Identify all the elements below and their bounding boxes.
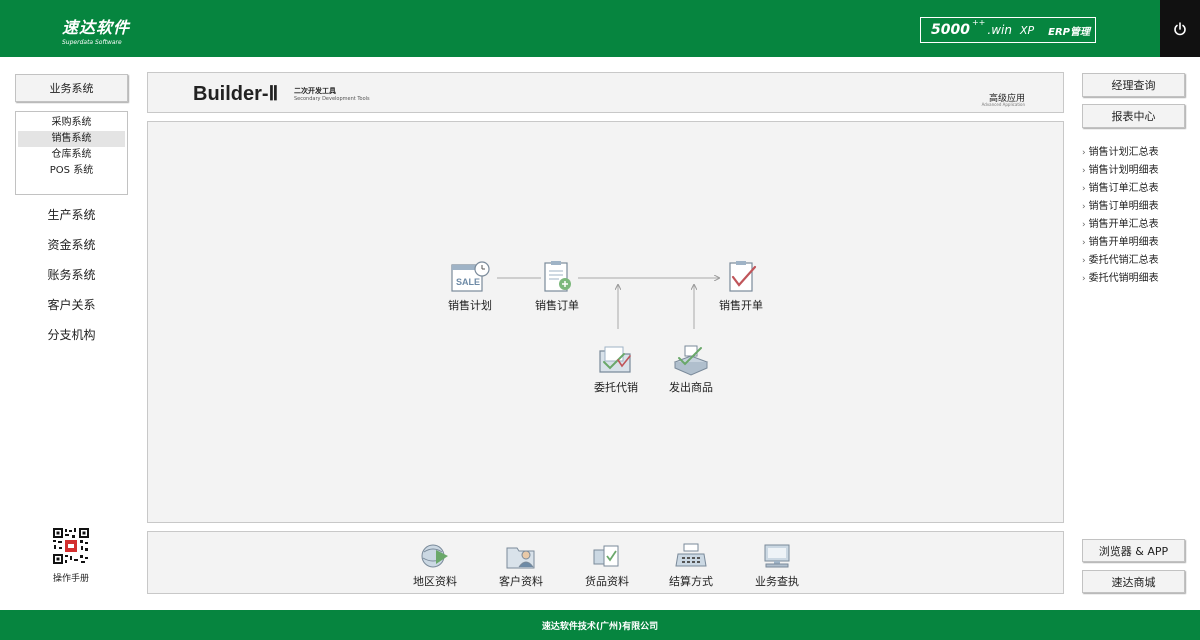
browser-app-button[interactable]: 浏览器 & APP (1082, 539, 1185, 562)
flow-consignment[interactable]: 委托代销 (581, 342, 651, 395)
report-link[interactable]: › 销售订单汇总表 (1082, 180, 1192, 198)
chevron-right-icon: › (1082, 274, 1086, 284)
customer-folder-icon (506, 547, 535, 569)
flow-sales-invoice-label: 销售开单 (719, 299, 763, 312)
product-win: .win (987, 23, 1012, 37)
product-badge: 5000 ++ .win XP ERP管理 (920, 17, 1096, 43)
subsystem-warehouse[interactable]: 仓库系统 (18, 147, 125, 163)
goods-check-icon (673, 345, 709, 376)
power-button[interactable] (1160, 0, 1200, 57)
customer-data-label: 客户资料 (499, 575, 543, 588)
chevron-right-icon: › (1082, 238, 1086, 248)
region-globe-icon (421, 544, 448, 568)
monitor-icon (764, 544, 790, 568)
flow-sales-invoice[interactable]: 销售开单 (706, 260, 776, 313)
builder-subtitle-cn: 二次开发工具 (294, 87, 336, 95)
footer-company: 速达软件技术(广州)有限公司 (541, 621, 659, 632)
nav-production[interactable]: 生产系统 (15, 206, 128, 223)
flow-sales-plan-label: 销售计划 (448, 299, 492, 312)
qr-code-icon[interactable] (53, 528, 89, 564)
subsystem-purchase[interactable]: 采购系统 (18, 115, 125, 131)
clipboard-add-icon (544, 261, 571, 292)
chevron-right-icon: › (1082, 256, 1086, 266)
chevron-right-icon: › (1082, 184, 1086, 194)
power-icon (1174, 21, 1186, 35)
nav-funds[interactable]: 资金系统 (15, 236, 128, 253)
manager-query-button[interactable]: 经理查询 (1082, 73, 1185, 97)
cash-register-icon (675, 543, 707, 567)
report-link[interactable]: › 销售开单汇总表 (1082, 216, 1192, 234)
business-system-button[interactable]: 业务系统 (15, 74, 128, 102)
report-link[interactable]: › 销售开单明细表 (1082, 234, 1192, 252)
builder-title: Builder-Ⅱ (193, 83, 279, 105)
basic-data-panel: 地区资料 客户资料 货品资料 结算方式 业务查执 (147, 531, 1064, 594)
logo-text: 速达软件 (62, 18, 131, 37)
region-data-item[interactable]: 地区资料 (400, 542, 470, 589)
nav-accounting[interactable]: 账务系统 (15, 266, 128, 283)
mall-button[interactable]: 速达商城 (1082, 570, 1185, 593)
goods-box-icon (593, 545, 619, 567)
sales-flow-panel: SALE 销售计划 销售订单 销售开单 委托代销 发出商品 (147, 121, 1064, 523)
product-plus: ++ (971, 17, 986, 27)
product-version: 5000 (931, 22, 970, 38)
business-query-item[interactable]: 业务查执 (742, 542, 812, 589)
flow-sales-plan[interactable]: SALE 销售计划 (435, 260, 505, 313)
settlement-method-item[interactable]: 结算方式 (656, 542, 726, 589)
flow-sales-order-label: 销售订单 (535, 299, 579, 312)
report-link[interactable]: › 委托代销明细表 (1082, 270, 1192, 288)
sale-calendar-icon: SALE (451, 261, 490, 292)
chevron-right-icon: › (1082, 202, 1086, 212)
product-erp: ERP管理 (1048, 26, 1090, 38)
top-bar: 速达软件 Superdata Software 5000 ++ .win XP … (0, 0, 1160, 57)
builder-subtitle-en: Secondary Development Tools (294, 96, 370, 102)
goods-data-item[interactable]: 货品资料 (572, 542, 642, 589)
flow-consignment-label: 委托代销 (594, 381, 638, 394)
flow-shipment-label: 发出商品 (669, 381, 713, 394)
chevron-right-icon: › (1082, 148, 1086, 158)
logo-subtext: Superdata Software (62, 39, 122, 46)
subsystem-list: 采购系统 销售系统 仓库系统 POS 系统 (15, 111, 128, 195)
clipboard-check-icon (729, 261, 757, 292)
logo: 速达软件 Superdata Software (62, 14, 130, 46)
report-link[interactable]: › 销售计划明细表 (1082, 162, 1192, 180)
nav-branch[interactable]: 分支机构 (15, 326, 128, 343)
business-query-label: 业务查执 (755, 575, 799, 588)
report-center-button[interactable]: 报表中心 (1082, 104, 1185, 128)
advanced-app-subtitle: Advanced Application (981, 102, 1025, 107)
builder-banner: Builder-Ⅱ 二次开发工具 Secondary Development T… (147, 72, 1064, 113)
footer: 速达软件技术(广州)有限公司 (0, 610, 1200, 640)
goods-data-label: 货品资料 (585, 575, 629, 588)
settlement-method-label: 结算方式 (669, 575, 713, 588)
flow-connectors (497, 122, 1065, 329)
subsystem-pos[interactable]: POS 系统 (18, 163, 125, 179)
manual-label: 操作手册 (52, 574, 89, 584)
report-link[interactable]: › 销售订单明细表 (1082, 198, 1192, 216)
folder-check-icon (599, 346, 631, 373)
chevron-right-icon: › (1082, 166, 1086, 176)
report-link[interactable]: › 委托代销汇总表 (1082, 252, 1192, 270)
region-data-label: 地区资料 (413, 575, 457, 588)
report-link[interactable]: › 销售计划汇总表 (1082, 144, 1192, 162)
report-list: › 销售计划汇总表 › 销售计划明细表 › 销售订单汇总表 › 销售订单明细表 › 销售开… (1082, 144, 1192, 288)
flow-sales-order[interactable]: 销售订单 (522, 260, 592, 313)
svg-text:SALE: SALE (456, 277, 480, 287)
chevron-right-icon: › (1082, 220, 1086, 230)
subsystem-sales[interactable]: 销售系统 (18, 131, 125, 147)
product-xp: XP (1019, 23, 1035, 37)
nav-crm[interactable]: 客户关系 (15, 296, 128, 313)
customer-data-item[interactable]: 客户资料 (486, 542, 556, 589)
flow-shipment[interactable]: 发出商品 (656, 342, 726, 395)
